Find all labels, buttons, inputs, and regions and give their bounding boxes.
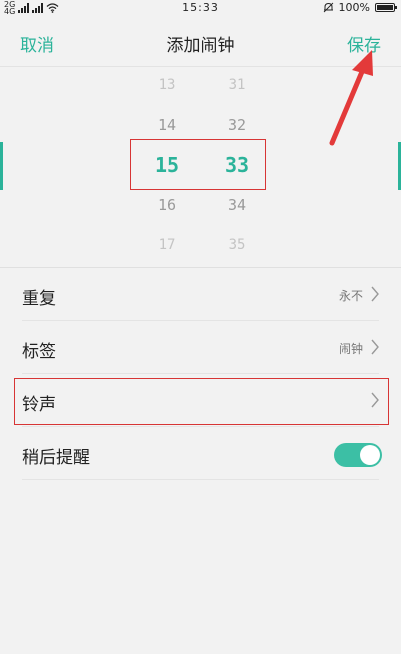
alarm-add-screen: 2G 4G 15:33 100% 取消 添加闹钟 保存 13 14 15 16 …: [0, 0, 401, 654]
battery-icon: [375, 3, 397, 12]
toggle-knob: [360, 445, 380, 465]
time-highlight-box: [130, 139, 266, 190]
snooze-toggle[interactable]: [334, 443, 382, 467]
header-bar: 取消 添加闹钟 保存: [0, 16, 401, 67]
page-title: 添加闹钟: [166, 36, 235, 56]
selection-edge-left: [0, 142, 3, 190]
repeat-row[interactable]: 重复 永不: [0, 268, 401, 321]
snooze-label: 稍后提醒: [22, 448, 90, 468]
status-right: 100%: [323, 1, 397, 14]
tag-value: 闹钟: [338, 342, 363, 356]
minute-option[interactable]: 32: [207, 116, 267, 134]
minute-option[interactable]: 31: [207, 77, 267, 93]
repeat-value: 永不: [338, 289, 363, 303]
battery-percent: 100%: [338, 1, 370, 14]
time-picker[interactable]: 13 14 15 16 17 31 32 33 34 35: [0, 67, 401, 268]
hour-option[interactable]: 17: [137, 237, 197, 253]
status-bar: 2G 4G 15:33 100%: [0, 0, 401, 16]
snooze-row: 稍后提醒: [0, 427, 401, 480]
repeat-label: 重复: [22, 289, 56, 309]
save-button[interactable]: 保存: [347, 31, 381, 56]
hour-option[interactable]: 16: [137, 196, 197, 214]
hour-option[interactable]: 14: [137, 116, 197, 134]
chevron-right-icon: [371, 286, 379, 302]
alarm-bell-icon: [323, 2, 333, 13]
ringtone-highlight-box: [14, 378, 389, 425]
tag-row[interactable]: 标签 闹钟: [0, 321, 401, 374]
minute-option[interactable]: 35: [207, 237, 267, 253]
chevron-right-icon: [371, 339, 379, 355]
minute-option[interactable]: 34: [207, 196, 267, 214]
row-divider: [22, 479, 379, 480]
hour-option[interactable]: 13: [137, 77, 197, 93]
tag-label: 标签: [22, 342, 56, 362]
